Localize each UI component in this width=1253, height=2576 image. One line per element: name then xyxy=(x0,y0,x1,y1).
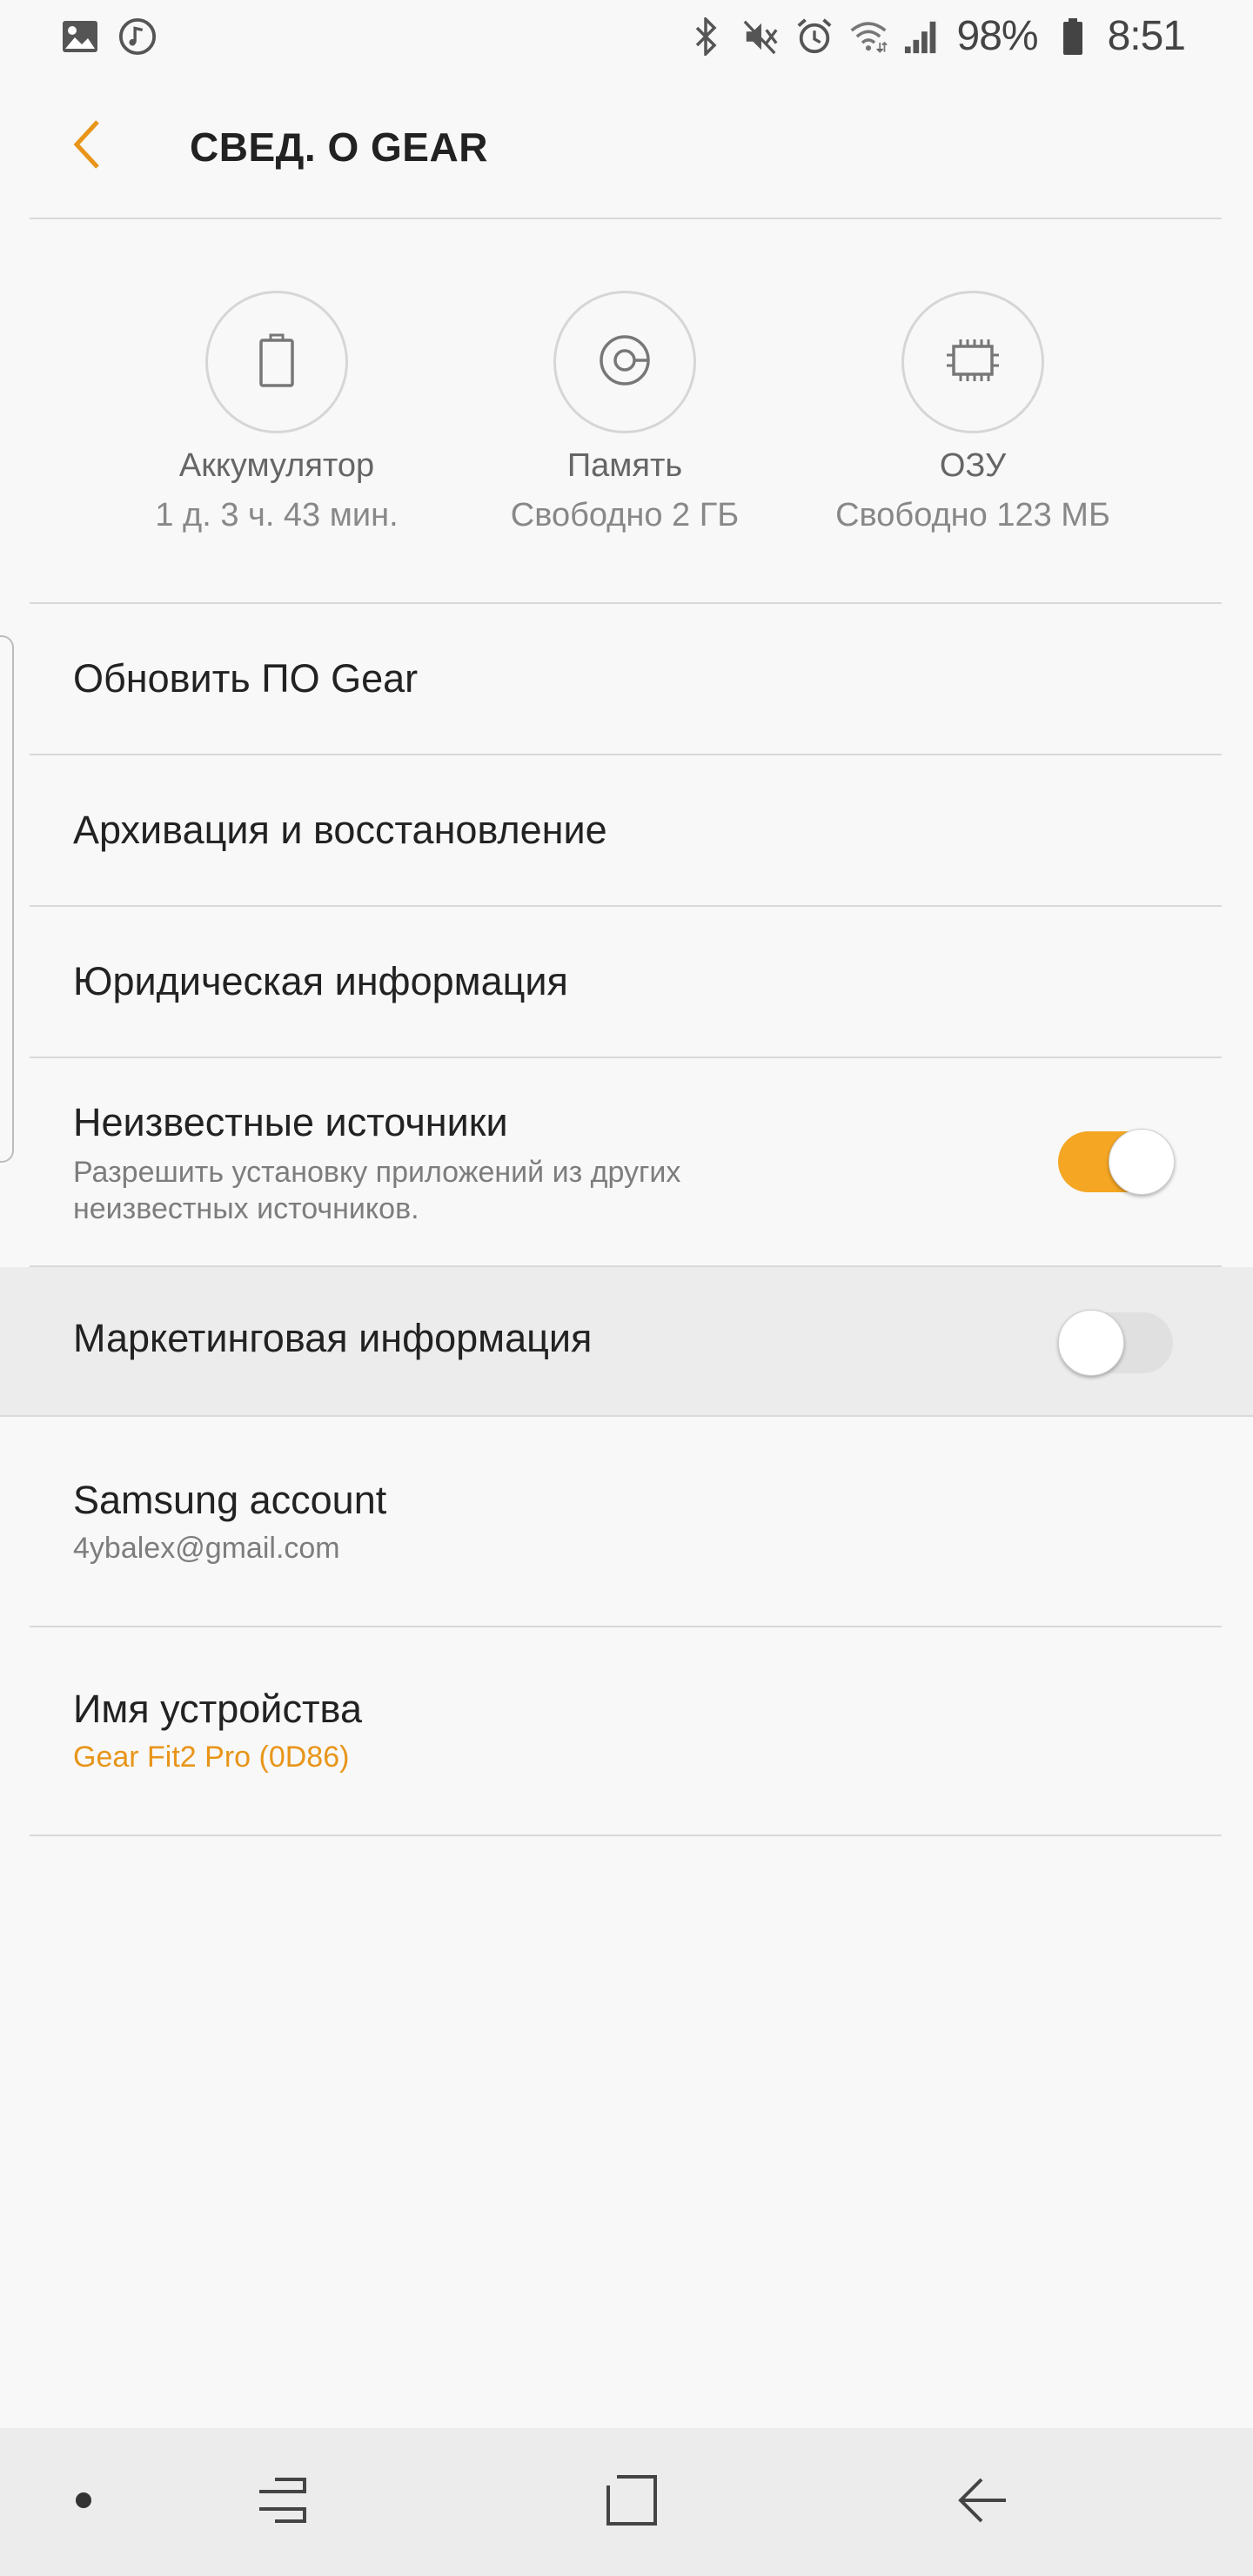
toggle-knob xyxy=(1058,1310,1124,1376)
dot-icon xyxy=(74,2491,93,2514)
samsung-account-item[interactable]: Samsung account 4ybalex@gmail.com xyxy=(0,1417,1253,1626)
samsung-account-title: Samsung account xyxy=(73,1478,387,1522)
home-button[interactable] xyxy=(597,2467,667,2537)
unknown-sources-item[interactable]: Неизвестные источники Разрешить установк… xyxy=(0,1058,1253,1265)
clock: 8:51 xyxy=(1107,13,1186,59)
ram-chip-icon xyxy=(947,338,999,387)
unknown-sources-subtitle-1: Разрешить установку приложений из других xyxy=(73,1156,681,1189)
back-nav-icon xyxy=(955,2472,1008,2532)
device-name-value: Gear Fit2 Pro (0D86) xyxy=(73,1741,350,1774)
signal-icon xyxy=(903,17,941,56)
battery-icon xyxy=(1054,17,1092,56)
unknown-sources-subtitle-2: неизвестных источников. xyxy=(73,1192,419,1225)
storage-stat-label: Память xyxy=(566,447,683,484)
legal-info-item[interactable]: Юридическая информация xyxy=(0,907,1253,1057)
alarm-icon xyxy=(795,17,834,56)
divider xyxy=(30,218,1222,219)
marketing-info-item[interactable]: Маркетинговая информация xyxy=(0,1267,1253,1415)
mute-icon xyxy=(741,17,780,56)
marketing-info-title: Маркетинговая информация xyxy=(73,1316,593,1360)
samsung-account-email: 4ybalex@gmail.com xyxy=(73,1532,340,1565)
wifi-icon xyxy=(849,17,888,56)
update-software-item[interactable]: Обновить ПО Gear xyxy=(0,604,1253,754)
device-name-title: Имя устройства xyxy=(73,1687,362,1731)
home-icon xyxy=(605,2473,659,2532)
battery-stat: Аккумулятор 1 д. 3 ч. 43 мин. xyxy=(103,291,451,534)
nav-dot-button[interactable] xyxy=(49,2467,118,2537)
divider xyxy=(30,1835,1222,1836)
marketing-info-toggle[interactable] xyxy=(1058,1310,1173,1376)
update-software-label: Обновить ПО Gear xyxy=(73,656,419,701)
storage-stat-circle xyxy=(553,291,696,433)
battery-percent: 98% xyxy=(956,13,1039,59)
bluetooth-icon xyxy=(687,17,726,56)
navigation-bar xyxy=(0,2428,1253,2576)
battery-icon xyxy=(258,333,296,392)
backup-restore-label: Архивация и восстановление xyxy=(73,808,607,852)
battery-stat-circle xyxy=(205,291,348,433)
device-name-item[interactable]: Имя устройства Gear Fit2 Pro (0D86) xyxy=(0,1627,1253,1835)
back-button[interactable] xyxy=(54,108,120,184)
storage-stat-value: Свободно 2 ГБ xyxy=(510,497,740,533)
app-header: СВЕД. О GEAR xyxy=(0,73,1253,219)
legal-info-label: Юридическая информация xyxy=(73,959,568,1003)
status-bar: 98% 8:51 xyxy=(0,0,1253,73)
battery-stat-value: 1 д. 3 ч. 43 мин. xyxy=(155,497,399,533)
unknown-sources-toggle[interactable] xyxy=(1058,1129,1175,1195)
gallery-icon xyxy=(61,17,99,56)
ram-stat: ОЗУ Свободно 123 МБ xyxy=(799,291,1147,534)
music-icon xyxy=(118,17,157,56)
ram-stat-label: ОЗУ xyxy=(939,447,1007,484)
storage-stat: Память Свободно 2 ГБ xyxy=(451,291,799,534)
recent-apps-button[interactable] xyxy=(247,2467,317,2537)
page-title: СВЕД. О GEAR xyxy=(190,124,488,170)
chevron-left-icon xyxy=(70,118,104,175)
toggle-knob xyxy=(1109,1129,1175,1195)
storage-icon xyxy=(597,332,653,392)
backup-restore-item[interactable]: Архивация и восстановление xyxy=(0,755,1253,905)
ram-stat-circle xyxy=(901,291,1044,433)
battery-stat-label: Аккумулятор xyxy=(178,447,375,484)
recent-apps-icon xyxy=(256,2472,308,2532)
ram-stat-value: Свободно 123 МБ xyxy=(835,497,1110,533)
back-nav-button[interactable] xyxy=(947,2467,1016,2537)
unknown-sources-title: Неизвестные источники xyxy=(73,1100,508,1144)
